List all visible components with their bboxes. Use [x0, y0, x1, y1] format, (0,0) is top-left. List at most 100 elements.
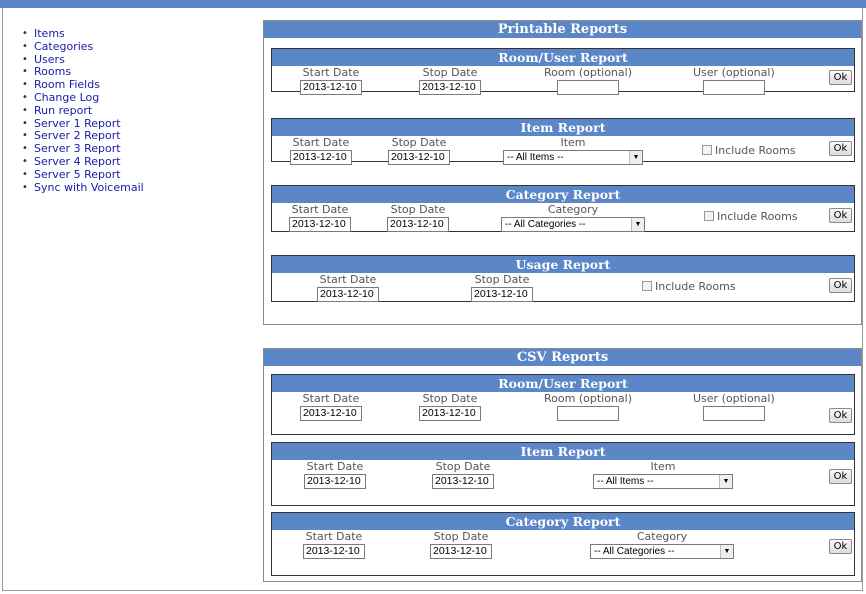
room-group: Room (optional)	[544, 392, 632, 421]
start-date-group: Start Date 2013-12-10	[300, 392, 362, 421]
report-title: Item Report	[272, 119, 854, 136]
category-select[interactable]: -- All Categories -- ▼	[501, 217, 645, 232]
item-select[interactable]: -- All Items -- ▼	[593, 474, 733, 489]
chevron-down-icon[interactable]: ▼	[719, 475, 732, 488]
ok-button[interactable]: Ok	[829, 208, 852, 223]
stop-date-input[interactable]: 2013-12-10	[419, 80, 481, 95]
room-label: Room (optional)	[544, 392, 632, 405]
stop-date-input[interactable]: 2013-12-10	[430, 544, 492, 559]
report-title: Category Report	[272, 513, 854, 530]
stop-date-input[interactable]: 2013-12-10	[388, 150, 450, 165]
printable-item-report: Item Report Start Date 2013-12-10 Stop D…	[271, 118, 855, 165]
start-date-input[interactable]: 2013-12-10	[317, 287, 379, 302]
stop-date-group: Stop Date 2013-12-10	[388, 136, 450, 165]
start-date-group: Start Date 2013-12-10	[289, 203, 351, 232]
room-label: Room (optional)	[544, 66, 632, 79]
chevron-down-icon[interactable]: ▼	[629, 151, 642, 164]
checkbox-icon[interactable]	[642, 281, 652, 291]
start-date-input[interactable]: 2013-12-10	[289, 217, 351, 232]
report-title: Room/User Report	[272, 49, 854, 66]
start-date-label: Start Date	[302, 392, 360, 405]
section-title: CSV Reports	[264, 349, 861, 366]
section-title: Printable Reports	[264, 21, 861, 38]
report-title: Room/User Report	[272, 375, 854, 392]
start-date-label: Start Date	[302, 66, 360, 79]
stop-date-input[interactable]: 2013-12-10	[432, 474, 494, 489]
start-date-input[interactable]: 2013-12-10	[300, 80, 362, 95]
user-input[interactable]	[702, 406, 765, 421]
stop-date-group: Stop Date 2013-12-10	[471, 273, 533, 302]
csv-category-report: Category Report Start Date 2013-12-10 St…	[271, 512, 855, 576]
room-input[interactable]	[556, 406, 619, 421]
start-date-group: Start Date 2013-12-10	[304, 460, 366, 489]
stop-date-input[interactable]: 2013-12-10	[387, 217, 449, 232]
start-date-label: Start Date	[292, 136, 350, 149]
start-date-group: Start Date 2013-12-10	[290, 136, 352, 165]
chevron-down-icon[interactable]: ▼	[631, 218, 644, 231]
report-title: Category Report	[272, 186, 854, 203]
item-select[interactable]: -- All Items -- ▼	[503, 150, 643, 165]
item-group: Item -- All Items -- ▼	[593, 460, 733, 489]
include-rooms-checkbox[interactable]: Include Rooms	[702, 144, 796, 157]
stop-date-label: Stop Date	[435, 460, 491, 473]
stop-date-label: Stop Date	[474, 273, 530, 286]
printable-usage-report: Usage Report Start Date 2013-12-10 Stop …	[271, 255, 855, 302]
stop-date-label: Stop Date	[422, 66, 478, 79]
item-label: Item	[650, 460, 676, 473]
category-group: Category -- All Categories -- ▼	[501, 203, 645, 232]
stop-date-label: Stop Date	[391, 136, 447, 149]
item-group: Item -- All Items -- ▼	[503, 136, 643, 165]
stop-date-group: Stop Date 2013-12-10	[430, 530, 492, 559]
ok-button[interactable]: Ok	[829, 539, 852, 554]
start-date-label: Start Date	[306, 460, 364, 473]
stop-date-group: Stop Date 2013-12-10	[432, 460, 494, 489]
user-label: User (optional)	[693, 392, 775, 405]
csv-reports-section: CSV Reports Room/User Report Start Date …	[263, 348, 862, 582]
category-select[interactable]: -- All Categories -- ▼	[590, 544, 734, 559]
ok-button[interactable]: Ok	[829, 278, 852, 293]
checkbox-icon[interactable]	[704, 211, 714, 221]
ok-button[interactable]: Ok	[829, 141, 852, 156]
checkbox-icon[interactable]	[702, 145, 712, 155]
category-label: Category	[547, 203, 599, 216]
category-label: Category	[636, 530, 688, 543]
stop-date-group: Stop Date 2013-12-10	[387, 203, 449, 232]
user-group: User (optional)	[693, 66, 775, 95]
csv-room-user-report: Room/User Report Start Date 2013-12-10 S…	[271, 374, 855, 435]
printable-room-user-report: Room/User Report Start Date 2013-12-10 S…	[271, 48, 855, 95]
item-label: Item	[560, 136, 586, 149]
stop-date-input[interactable]: 2013-12-10	[419, 406, 481, 421]
room-input[interactable]	[556, 80, 619, 95]
start-date-input[interactable]: 2013-12-10	[304, 474, 366, 489]
stop-date-group: Stop Date 2013-12-10	[419, 66, 481, 95]
start-date-input[interactable]: 2013-12-10	[290, 150, 352, 165]
start-date-label: Start Date	[319, 273, 377, 286]
report-title: Usage Report	[272, 256, 854, 273]
printable-category-report: Category Report Start Date 2013-12-10 St…	[271, 185, 855, 232]
include-rooms-checkbox[interactable]: Include Rooms	[642, 280, 736, 293]
room-group: Room (optional)	[544, 66, 632, 95]
user-label: User (optional)	[693, 66, 775, 79]
csv-item-report: Item Report Start Date 2013-12-10 Stop D…	[271, 442, 855, 506]
user-input[interactable]	[702, 80, 765, 95]
ok-button[interactable]: Ok	[829, 408, 852, 423]
category-group: Category -- All Categories -- ▼	[590, 530, 734, 559]
stop-date-label: Stop Date	[422, 392, 478, 405]
nav-item-sync-voicemail[interactable]: Sync with Voicemail	[20, 181, 144, 195]
admin-nav: Items Categories Users Rooms Room Fields…	[20, 27, 144, 195]
stop-date-input[interactable]: 2013-12-10	[471, 287, 533, 302]
report-title: Item Report	[272, 443, 854, 460]
ok-button[interactable]: Ok	[829, 469, 852, 484]
stop-date-group: Stop Date 2013-12-10	[419, 392, 481, 421]
start-date-group: Start Date 2013-12-10	[303, 530, 365, 559]
include-rooms-checkbox[interactable]: Include Rooms	[704, 210, 798, 223]
stop-date-label: Stop Date	[433, 530, 489, 543]
start-date-label: Start Date	[305, 530, 363, 543]
start-date-input[interactable]: 2013-12-10	[300, 406, 362, 421]
start-date-input[interactable]: 2013-12-10	[303, 544, 365, 559]
user-group: User (optional)	[693, 392, 775, 421]
chevron-down-icon[interactable]: ▼	[720, 545, 733, 558]
start-date-group: Start Date 2013-12-10	[300, 66, 362, 95]
stop-date-label: Stop Date	[390, 203, 446, 216]
ok-button[interactable]: Ok	[829, 70, 852, 85]
